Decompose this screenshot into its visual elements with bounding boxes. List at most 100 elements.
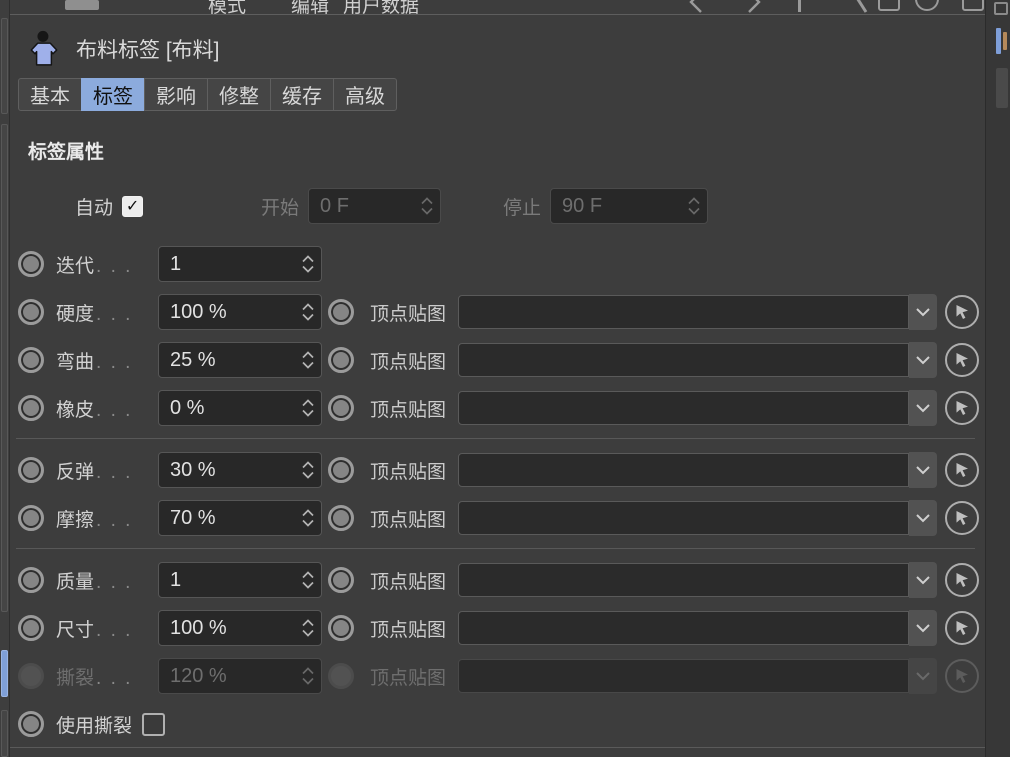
tab-basic[interactable]: 基本 bbox=[18, 78, 82, 111]
pick-arrow-button[interactable] bbox=[945, 611, 979, 645]
auto-checkbox[interactable]: ✓ bbox=[122, 195, 144, 217]
keyframe-dot-icon[interactable] bbox=[328, 457, 354, 483]
vertex-map-field[interactable] bbox=[458, 295, 909, 329]
tab-expert[interactable]: 高级 bbox=[333, 78, 397, 111]
left-strip-segment-highlight bbox=[1, 650, 8, 697]
keyframe-dot-icon[interactable] bbox=[328, 299, 354, 325]
vertex-map-field[interactable] bbox=[458, 611, 909, 645]
left-strip-segment bbox=[1, 710, 8, 757]
flexion-input[interactable]: 25 % bbox=[158, 342, 322, 378]
row-size: 尺寸. . . 100 % 顶点贴图 bbox=[10, 604, 985, 652]
adjacent-panel-edge bbox=[985, 0, 1010, 757]
keyframe-dot-icon[interactable] bbox=[328, 347, 354, 373]
keyframe-dot-icon[interactable] bbox=[18, 615, 44, 641]
use-tearing-label: 使用撕裂 bbox=[56, 715, 133, 737]
stop-input[interactable]: 90 F bbox=[550, 188, 709, 224]
menu-item-edit[interactable]: 编辑 bbox=[291, 0, 329, 14]
square-icon[interactable] bbox=[962, 0, 984, 11]
vertex-map-field[interactable] bbox=[458, 453, 909, 487]
friction-input[interactable]: 70 % bbox=[158, 500, 322, 536]
vertex-map-field[interactable] bbox=[458, 563, 909, 597]
keyframe-dot-icon[interactable] bbox=[18, 711, 44, 737]
row-iterations: 迭代. . . 1 bbox=[10, 240, 985, 288]
circle-icon[interactable] bbox=[915, 0, 939, 11]
dropdown-button[interactable] bbox=[909, 294, 937, 330]
spinner-icon[interactable] bbox=[301, 461, 315, 479]
spinner-icon[interactable] bbox=[420, 197, 434, 215]
dropdown-button[interactable] bbox=[909, 610, 937, 646]
mass-input[interactable]: 1 bbox=[158, 562, 322, 598]
spinner-icon[interactable] bbox=[301, 303, 315, 321]
tab-dresser[interactable]: 修整 bbox=[207, 78, 271, 111]
param-label: 迭代 bbox=[56, 255, 95, 277]
keyframe-dot-icon[interactable] bbox=[18, 299, 44, 325]
pick-cursor-icon[interactable] bbox=[848, 0, 870, 14]
hamburger-menu-icon[interactable] bbox=[65, 0, 99, 10]
row-mass: 质量. . . 1 顶点贴图 bbox=[10, 556, 985, 604]
dropdown-button[interactable] bbox=[909, 452, 937, 488]
spinner-icon[interactable] bbox=[301, 255, 315, 273]
menu-item-mode[interactable]: 模式 bbox=[208, 0, 246, 14]
use-tearing-checkbox[interactable] bbox=[142, 712, 166, 736]
clipped-icon-fragment bbox=[996, 28, 1001, 54]
keyframe-dot-icon[interactable] bbox=[328, 615, 354, 641]
pick-arrow-button[interactable] bbox=[945, 295, 979, 329]
group-separator bbox=[16, 438, 975, 439]
pick-arrow-button[interactable] bbox=[945, 563, 979, 597]
spinner-icon[interactable] bbox=[301, 571, 315, 589]
menu-item-userdata[interactable]: 用户数据 bbox=[343, 0, 419, 14]
row-tear: 撕裂. . . 120 % 顶点贴图 bbox=[10, 652, 985, 700]
vertex-map-field[interactable] bbox=[458, 343, 909, 377]
keyframe-dot-icon[interactable] bbox=[18, 347, 44, 373]
spinner-icon[interactable] bbox=[687, 197, 701, 215]
row-friction: 摩擦. . . 70 % 顶点贴图 bbox=[10, 494, 985, 542]
iterations-input[interactable]: 1 bbox=[158, 246, 322, 282]
start-input[interactable]: 0 F bbox=[308, 188, 442, 224]
dropdown-button[interactable] bbox=[909, 342, 937, 378]
spinner-icon[interactable] bbox=[301, 351, 315, 369]
forward-arrow-icon[interactable] bbox=[743, 0, 765, 14]
parameter-rows: 迭代. . . 1 硬度. . . 100 % 顶点贴图 弯曲 . . . 25… bbox=[10, 240, 985, 748]
dropdown-button[interactable] bbox=[909, 562, 937, 598]
vertex-map-field[interactable] bbox=[458, 501, 909, 535]
keyframe-dot-icon[interactable] bbox=[328, 567, 354, 593]
auto-row: 自动 ✓ 开始 0 F 停止 90 F bbox=[10, 188, 985, 224]
spinner-icon[interactable] bbox=[301, 399, 315, 417]
back-arrow-icon[interactable] bbox=[685, 0, 707, 14]
param-label: 质量 bbox=[56, 571, 95, 593]
tab-cache[interactable]: 缓存 bbox=[270, 78, 334, 111]
vertex-map-field[interactable] bbox=[458, 391, 909, 425]
lock-square-icon[interactable] bbox=[878, 0, 900, 11]
param-label: 摩擦 bbox=[56, 509, 95, 531]
vertex-map-label: 顶点贴图 bbox=[370, 399, 447, 421]
left-strip-segment bbox=[1, 18, 8, 114]
spinner-icon[interactable] bbox=[301, 509, 315, 527]
param-label: 撕裂 bbox=[56, 667, 95, 689]
keyframe-dot-icon[interactable] bbox=[18, 395, 44, 421]
pick-arrow-button[interactable] bbox=[945, 391, 979, 425]
pick-arrow-button[interactable] bbox=[945, 501, 979, 535]
keyframe-dot-icon[interactable] bbox=[328, 505, 354, 531]
vertex-map-label: 顶点贴图 bbox=[370, 619, 447, 641]
keyframe-dot-icon[interactable] bbox=[18, 567, 44, 593]
dropdown-button[interactable] bbox=[909, 500, 937, 536]
rubber-input[interactable]: 0 % bbox=[158, 390, 322, 426]
tab-tag[interactable]: 标签 bbox=[81, 78, 145, 111]
dropdown-button[interactable] bbox=[909, 390, 937, 426]
keyframe-dot-icon[interactable] bbox=[18, 457, 44, 483]
keyframe-dot-icon[interactable] bbox=[328, 395, 354, 421]
clipped-icon-fragment bbox=[1003, 32, 1007, 50]
stiffness-input[interactable]: 100 % bbox=[158, 294, 322, 330]
tab-influence[interactable]: 影响 bbox=[144, 78, 208, 111]
spinner-icon[interactable] bbox=[301, 619, 315, 637]
pick-arrow-button[interactable] bbox=[945, 453, 979, 487]
group-separator bbox=[16, 548, 975, 549]
cloth-tag-panel: 布料标签 [布料] 基本 标签 影响 修整 缓存 高级 标签属性 自动 ✓ 开始… bbox=[10, 16, 985, 757]
keyframe-dot-icon[interactable] bbox=[18, 251, 44, 277]
keyframe-dot-icon[interactable] bbox=[18, 505, 44, 531]
tab-bar: 基本 标签 影响 修整 缓存 高级 bbox=[18, 78, 985, 111]
bounce-input[interactable]: 30 % bbox=[158, 452, 322, 488]
pick-arrow-button[interactable] bbox=[945, 343, 979, 377]
tear-input: 120 % bbox=[158, 658, 322, 694]
size-input[interactable]: 100 % bbox=[158, 610, 322, 646]
